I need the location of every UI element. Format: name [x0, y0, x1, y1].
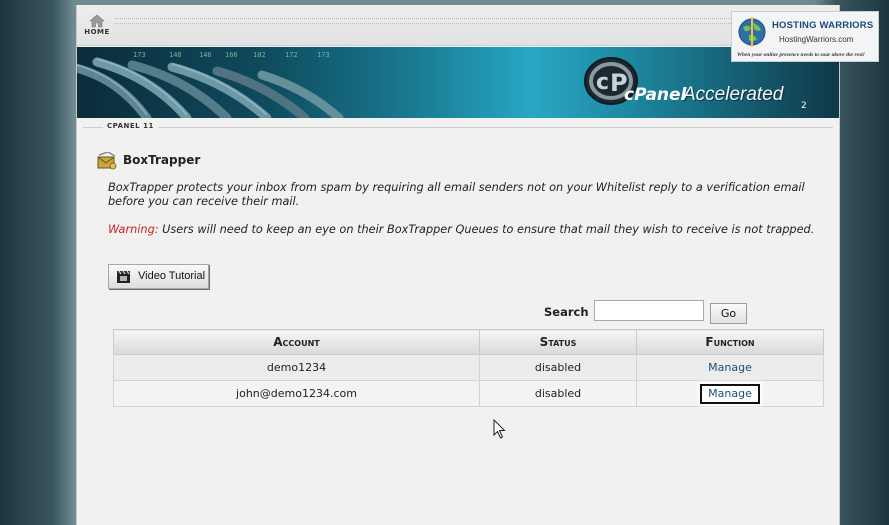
warning-message: Warning: Users will need to keep an eye …: [108, 223, 820, 237]
function-cell: Manage: [636, 380, 824, 407]
video-tutorial-label: Video Tutorial: [138, 270, 206, 282]
clapperboard-icon: [117, 270, 130, 283]
search-input[interactable]: [594, 300, 704, 321]
watermark-url: HostingWarriors.com: [779, 35, 854, 44]
page-title: BoxTrapper: [123, 153, 201, 167]
hosting-warriors-watermark: HOSTING WARRIORS HostingWarriors.com Whe…: [731, 11, 879, 62]
cpanel-wordmark: cPanel: [624, 85, 687, 105]
account-column-header[interactable]: Account: [113, 329, 480, 355]
table-header-row: Account Status Function: [113, 329, 824, 355]
manage-link[interactable]: Manage: [708, 361, 752, 374]
manage-link-highlighted[interactable]: Manage: [700, 383, 760, 404]
status-cell: disabled: [479, 380, 637, 407]
breadcrumb-divider: [83, 127, 833, 128]
accounts-table: Account Status Function demo1234 disable…: [113, 329, 824, 407]
top-navigation-bar: HOME: [77, 5, 839, 46]
table-row: john@demo1234.com disabled Manage: [113, 380, 824, 407]
status-column-header[interactable]: Status: [479, 329, 637, 355]
account-cell: john@demo1234.com: [113, 380, 480, 407]
go-button[interactable]: Go: [710, 303, 747, 324]
network-cables-image: [77, 57, 344, 118]
page-description: BoxTrapper protects your inbox from spam…: [108, 181, 805, 208]
accelerated-version: 2: [801, 101, 807, 111]
svg-text:c: c: [596, 70, 609, 95]
mouse-cursor-icon: [493, 419, 506, 439]
home-icon: [89, 14, 105, 28]
status-cell: disabled: [479, 354, 637, 381]
function-column-header: Function: [636, 329, 824, 355]
table-row: demo1234 disabled Manage: [113, 354, 824, 381]
boxtrapper-icon: [97, 152, 117, 170]
search-label: Search: [544, 305, 589, 319]
watermark-tagline: When your online presence needs to soar …: [737, 52, 865, 58]
cpanel-page: HOME 173 148 146 166 102 172 173 c P cPa…: [76, 5, 840, 525]
home-link[interactable]: HOME: [83, 14, 111, 36]
topbar-divider: [115, 18, 829, 24]
warning-label: Warning:: [108, 223, 159, 236]
warning-text: Users will need to keep an eye on their …: [158, 223, 815, 236]
function-cell: Manage: [636, 354, 824, 381]
globe-icon: [738, 17, 766, 47]
breadcrumb[interactable]: CPANEL 11: [103, 122, 158, 130]
cpanel-banner: 173 148 146 166 102 172 173 c P cPanel A…: [77, 47, 839, 118]
account-cell: demo1234: [113, 354, 480, 381]
home-label: HOME: [84, 28, 110, 36]
accelerated-wordmark: Accelerated: [683, 84, 784, 105]
video-tutorial-button[interactable]: Video Tutorial: [108, 264, 209, 289]
watermark-name: HOSTING WARRIORS: [772, 20, 874, 31]
